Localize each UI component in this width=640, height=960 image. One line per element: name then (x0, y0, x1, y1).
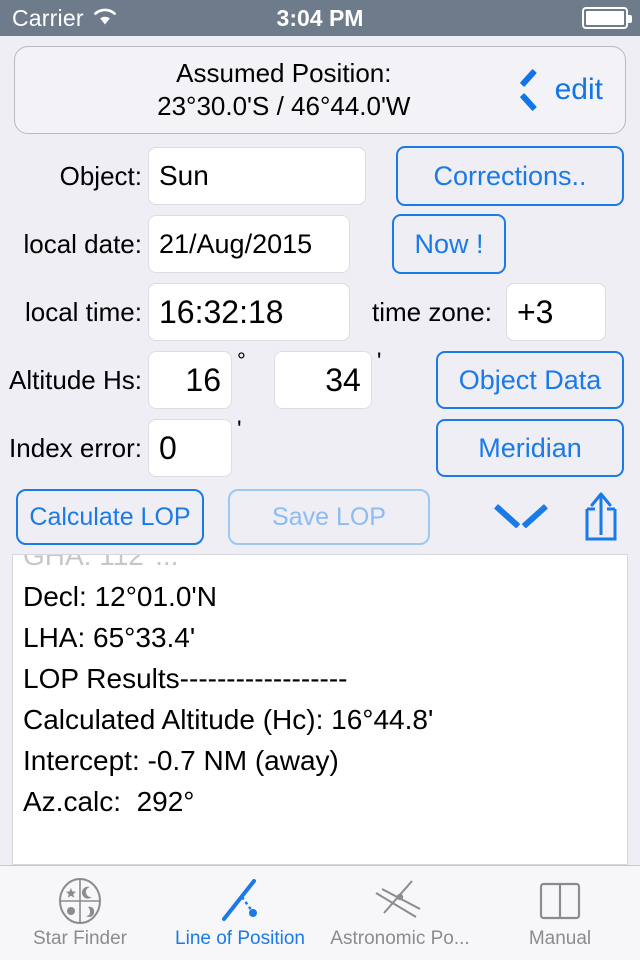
results-text: GHA: 112°... Decl: 12°01.0'N LHA: 65°33.… (23, 554, 617, 822)
share-icon[interactable] (578, 489, 624, 545)
chevron-left-icon[interactable] (519, 73, 541, 107)
tab-manual[interactable]: Manual (480, 866, 640, 960)
tab-astronomic-position[interactable]: Astronomic Po... (320, 866, 480, 960)
result-line: Decl: 12°01.0'N (23, 581, 217, 612)
local-time-label: local time: (24, 296, 142, 327)
index-error-unit: ' (237, 416, 242, 443)
time-zone-input[interactable]: +3 (505, 283, 606, 341)
lop-form: Object: Sun Corrections.. local date: 21… (0, 142, 640, 482)
now-button[interactable]: Now ! (392, 214, 506, 274)
results-panel[interactable]: GHA: 112°... Decl: 12°01.0'N LHA: 65°33.… (12, 554, 628, 865)
battery-full-icon (582, 7, 632, 29)
corrections-button[interactable]: Corrections.. (396, 146, 624, 206)
meridian-button[interactable]: Meridian (436, 419, 624, 477)
chevron-down-icon[interactable] (498, 502, 544, 532)
tab-label: Manual (528, 928, 592, 949)
object-input[interactable]: Sun (148, 147, 366, 205)
result-line: LHA: 65°33.4' (23, 622, 196, 653)
calculate-lop-button[interactable]: Calculate LOP (16, 489, 204, 545)
save-lop-button[interactable]: Save LOP (228, 489, 430, 545)
assumed-position-coordinates: 23°30.0'S / 46°44.0'W (157, 91, 411, 121)
status-bar-left: Carrier (12, 5, 118, 32)
result-line: LOP Results------------------ (23, 663, 348, 694)
altitude-minutes-input[interactable]: 34 (273, 351, 372, 409)
minutes-unit: ' (376, 348, 382, 375)
altitude-label: Altitude Hs: (9, 364, 142, 395)
app-root: Carrier 3:04 PM Assumed Position: 23°30.… (0, 0, 640, 960)
astronomic-position-icon (372, 874, 428, 928)
object-label: Object: (59, 160, 142, 191)
time-zone-label: time zone: (372, 296, 492, 327)
carrier-label: Carrier (12, 4, 84, 31)
local-time-input[interactable]: 16:32:18 (148, 283, 350, 341)
result-line: Az.calc: 292° (23, 786, 195, 817)
tab-bar: Star Finder Line of Position Astronomic … (0, 865, 640, 960)
altitude-degrees-input[interactable]: 16 (148, 351, 232, 409)
wifi-icon (92, 6, 118, 31)
star-finder-icon (54, 874, 106, 928)
assumed-position-edit-group[interactable]: edit (519, 73, 625, 107)
row-object: Object: Sun Corrections.. (0, 142, 640, 210)
tab-line-of-position[interactable]: Line of Position (160, 866, 320, 960)
assumed-position-title: Assumed Position: (176, 58, 392, 89)
result-line: GHA: 112°... (23, 554, 179, 571)
row-altitude: Altitude Hs: 16 ° 34 ' Object Data (0, 346, 640, 414)
degrees-unit: ° (237, 348, 246, 373)
tab-star-finder[interactable]: Star Finder (0, 866, 160, 960)
index-error-input[interactable]: 0 (148, 419, 232, 477)
result-line: Calculated Altitude (Hc): 16°44.8' (23, 704, 434, 735)
tab-label: Star Finder (33, 928, 127, 949)
status-bar: Carrier 3:04 PM (0, 0, 640, 36)
local-date-label: local date: (23, 228, 142, 259)
index-error-label: Index error: (9, 432, 142, 463)
row-index-error: Index error: 0 ' Meridian (0, 414, 640, 482)
row-local-time: local time: 16:32:18 time zone: +3 (0, 278, 640, 346)
assumed-position-text: Assumed Position: 23°30.0'S / 46°44.0'W (15, 57, 519, 123)
row-local-date: local date: 21/Aug/2015 Now ! (0, 210, 640, 278)
line-of-position-icon (214, 874, 266, 928)
edit-button[interactable]: edit (555, 73, 603, 107)
local-date-input[interactable]: 21/Aug/2015 (148, 215, 350, 273)
manual-book-icon (534, 874, 586, 928)
status-bar-right (582, 7, 632, 29)
tab-label: Line of Position (175, 928, 305, 949)
object-data-button[interactable]: Object Data (436, 351, 624, 409)
assumed-position-card[interactable]: Assumed Position: 23°30.0'S / 46°44.0'W … (14, 46, 626, 134)
action-bar: Calculate LOP Save LOP (0, 484, 640, 550)
tab-label: Astronomic Po... (330, 928, 470, 949)
result-line: Intercept: -0.7 NM (away) (23, 745, 339, 776)
